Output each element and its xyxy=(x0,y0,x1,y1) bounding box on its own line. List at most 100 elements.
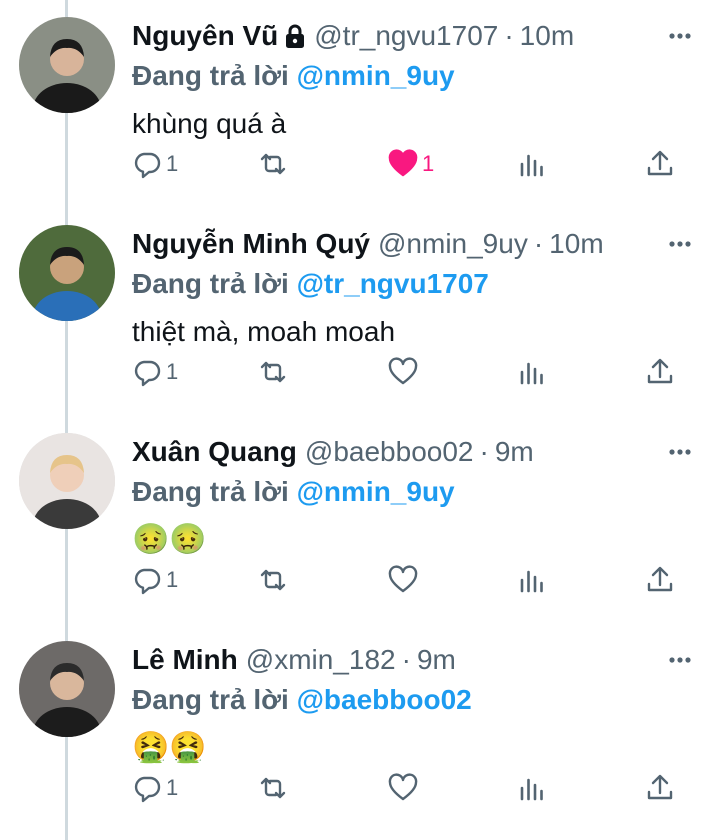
reply-button[interactable]: 1 xyxy=(132,768,178,808)
avatar-image xyxy=(19,433,115,529)
stats-icon xyxy=(520,362,543,385)
retweet-icon xyxy=(260,361,286,383)
retweet-icon xyxy=(260,569,286,591)
stats-icon xyxy=(520,778,543,801)
replying-to-label: Đang trả lời xyxy=(132,476,289,507)
tweet-header: Nguyên Vũ @tr_ngvu1707 · 10m xyxy=(132,18,574,54)
like-count: 1 xyxy=(422,151,435,176)
tweet-actions: 1 1 xyxy=(0,144,720,184)
more-options-button[interactable] xyxy=(668,650,692,670)
reply-count: 1 xyxy=(166,775,179,800)
tweet-header: Lê Minh @xmin_182 · 9m xyxy=(132,642,456,678)
more-options-button[interactable] xyxy=(668,234,692,254)
timestamp[interactable]: 10m xyxy=(549,226,603,262)
separator-dot: · xyxy=(533,228,544,259)
view-stats-button[interactable] xyxy=(517,768,547,808)
separator-dot: · xyxy=(504,20,514,51)
share-button[interactable] xyxy=(645,144,675,184)
reply-icon xyxy=(134,360,161,387)
timestamp[interactable]: 9m xyxy=(417,642,456,678)
tweet-header: Xuân Quang @baebboo02 · 9m xyxy=(132,434,534,470)
share-button[interactable] xyxy=(645,768,675,808)
reply-icon xyxy=(134,152,161,179)
avatar-image xyxy=(19,17,115,113)
avatar-image xyxy=(19,641,115,737)
avatar[interactable] xyxy=(19,225,115,321)
tweet-text: 🤮🤮 xyxy=(132,730,207,765)
more-icon xyxy=(669,449,691,455)
retweet-button[interactable] xyxy=(258,144,288,184)
display-name[interactable]: Nguyễn Minh Quý xyxy=(132,226,370,262)
reply-count: 1 xyxy=(166,151,179,176)
reply-button[interactable]: 1 xyxy=(132,144,178,184)
replying-to: Đang trả lời @nmin_9uy xyxy=(132,58,455,94)
view-stats-button[interactable] xyxy=(517,560,547,600)
username[interactable]: @baebboo02 xyxy=(305,434,474,470)
replying-to-label: Đang trả lời xyxy=(132,684,289,715)
like-button[interactable] xyxy=(388,768,422,808)
display-name[interactable]: Lê Minh xyxy=(132,642,238,678)
reply-count: 1 xyxy=(166,567,179,592)
retweet-button[interactable] xyxy=(258,768,288,808)
reply-button[interactable]: 1 xyxy=(132,352,178,392)
share-button[interactable] xyxy=(645,560,675,600)
avatar-image xyxy=(19,225,115,321)
reply-mention-link[interactable]: @nmin_9uy xyxy=(297,60,455,91)
timestamp[interactable]: 10m xyxy=(520,18,574,54)
timestamp[interactable]: 9m xyxy=(495,434,534,470)
like-icon xyxy=(388,357,418,385)
reply-icon xyxy=(134,568,161,595)
display-name[interactable]: Xuân Quang xyxy=(132,434,297,470)
more-options-button[interactable] xyxy=(668,442,692,462)
tweet[interactable]: Xuân Quang @baebboo02 · 9m Đang trả lời … xyxy=(0,416,720,624)
like-button[interactable]: 1 xyxy=(388,144,434,184)
display-name[interactable]: Nguyên Vũ xyxy=(132,18,278,54)
share-icon xyxy=(647,150,673,176)
replying-to-label: Đang trả lời xyxy=(132,60,289,91)
reply-button[interactable]: 1 xyxy=(132,560,178,600)
tweet-actions: 1 xyxy=(0,560,720,600)
view-stats-button[interactable] xyxy=(517,352,547,392)
separator-dot: · xyxy=(479,436,489,467)
tweet-text: 🤢🤢 xyxy=(132,522,207,557)
reply-mention-link[interactable]: @nmin_9uy xyxy=(297,476,455,507)
replying-to: Đang trả lời @tr_ngvu1707 xyxy=(132,266,489,302)
reply-icon xyxy=(134,776,161,803)
like-button[interactable] xyxy=(388,352,422,392)
stats-icon xyxy=(520,154,543,177)
username[interactable]: @xmin_182 xyxy=(246,642,396,678)
like-icon xyxy=(388,773,418,801)
avatar[interactable] xyxy=(19,433,115,529)
share-icon xyxy=(647,566,673,592)
retweet-button[interactable] xyxy=(258,560,288,600)
reply-mention-link[interactable]: @tr_ngvu1707 xyxy=(297,268,489,299)
view-stats-button[interactable] xyxy=(517,144,547,184)
tweet-actions: 1 xyxy=(0,352,720,392)
retweet-icon xyxy=(260,777,286,799)
avatar[interactable] xyxy=(19,17,115,113)
share-icon xyxy=(647,774,673,800)
username[interactable]: @tr_ngvu1707 xyxy=(314,18,498,54)
retweet-button[interactable] xyxy=(258,352,288,392)
tweet-text: khùng quá à xyxy=(132,108,287,139)
tweet-header: Nguyễn Minh Quý @nmin_9uy · 10m xyxy=(132,226,604,262)
replying-to: Đang trả lời @nmin_9uy xyxy=(132,474,455,510)
more-icon xyxy=(669,657,691,663)
like-icon xyxy=(388,565,418,593)
like-button[interactable] xyxy=(388,560,422,600)
more-icon xyxy=(669,241,691,247)
replying-to: Đang trả lời @baebboo02 xyxy=(132,682,472,718)
share-icon xyxy=(647,358,673,384)
retweet-icon xyxy=(260,153,286,175)
tweet[interactable]: Nguyễn Minh Quý @nmin_9uy · 10m Đang trả… xyxy=(0,208,720,416)
avatar[interactable] xyxy=(19,641,115,737)
tweet-text: thiệt mà, moah moah xyxy=(132,316,396,347)
reply-mention-link[interactable]: @baebboo02 xyxy=(297,684,472,715)
username[interactable]: @nmin_9uy xyxy=(378,226,528,262)
stats-icon xyxy=(520,570,543,593)
more-options-button[interactable] xyxy=(668,26,692,46)
tweet[interactable]: Lê Minh @xmin_182 · 9m Đang trả lời @bae… xyxy=(0,624,720,832)
reply-count: 1 xyxy=(166,359,179,384)
share-button[interactable] xyxy=(645,352,675,392)
tweet[interactable]: Nguyên Vũ @tr_ngvu1707 · 10m Đang trả lờ… xyxy=(0,0,720,208)
